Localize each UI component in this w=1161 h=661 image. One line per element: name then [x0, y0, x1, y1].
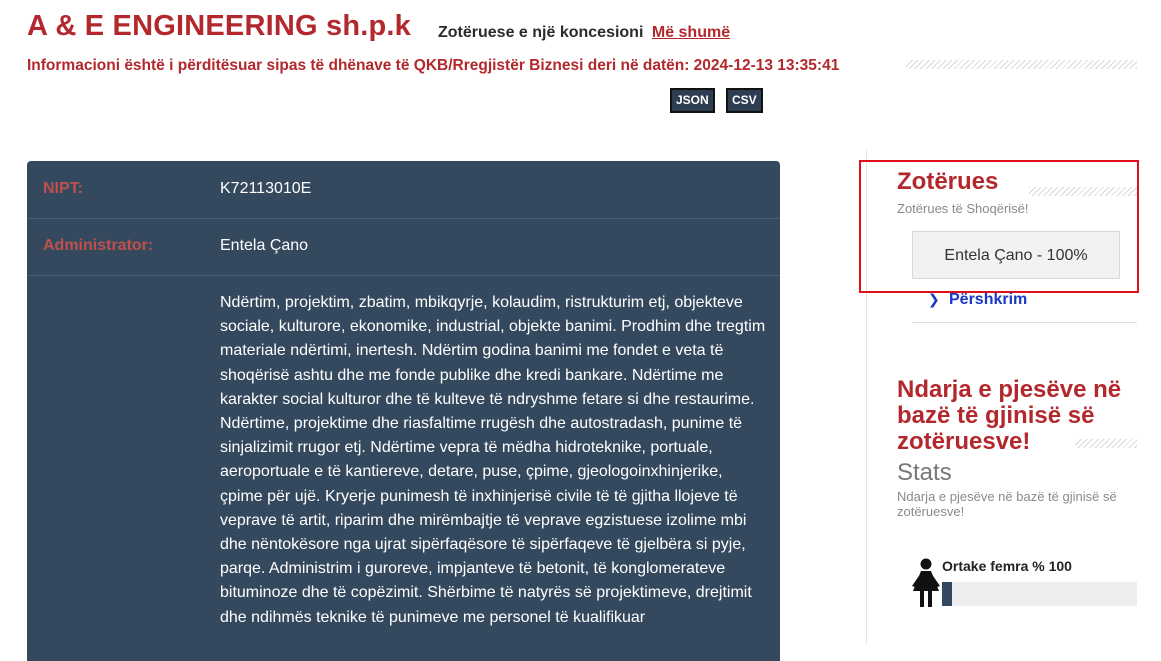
female-person-icon: [912, 558, 940, 607]
company-name: A & E ENGINEERING sh.p.k: [27, 10, 412, 42]
owners-subheading: Zotërues të Shoqërisë!: [897, 201, 1029, 216]
administrator-value: Entela Çano: [220, 237, 309, 254]
chevron-right-icon: ❯: [928, 291, 940, 307]
export-csv-button[interactable]: CSV: [726, 88, 763, 113]
more-info-link[interactable]: Më shumë: [652, 24, 730, 41]
decorative-rule: [1075, 439, 1137, 448]
concession-text: Zotëruese e një koncesioni: [438, 24, 644, 41]
concession-notice: Zotëruese e një koncesioni Më shumë: [438, 24, 730, 42]
details-panel: NIPT: K72113010E Administrator: Entela Ç…: [27, 161, 780, 661]
export-json-button[interactable]: JSON: [670, 88, 715, 113]
stats-subheading: Ndarja e pjesëve në bazë të gjinisë së z…: [897, 489, 1117, 519]
female-share-fill: [942, 582, 952, 606]
administrator-row: Administrator: Entela Çano: [27, 219, 780, 276]
female-share-label: Ortake femra % 100: [942, 558, 1072, 574]
activity-description: Ndërtim, projektim, zbatim, mbikqyrje, k…: [220, 294, 766, 626]
description-link[interactable]: ❯ Përshkrim: [912, 290, 1137, 323]
description-link-label: Përshkrim: [949, 291, 1028, 308]
decorative-rule: [906, 60, 1137, 69]
update-notice: Informacioni është i përditësuar sipas t…: [27, 57, 840, 74]
owner-item[interactable]: Entela Çano - 100%: [912, 231, 1120, 279]
nipt-label: NIPT:: [43, 180, 83, 197]
administrator-label: Administrator:: [43, 237, 154, 254]
nipt-row: NIPT: K72113010E: [27, 161, 780, 219]
female-share-bar: [942, 582, 1137, 606]
decorative-rule: [1029, 187, 1137, 196]
owners-heading: Zotërues: [897, 168, 999, 195]
stats-title: Stats: [897, 459, 952, 486]
nipt-value: K72113010E: [220, 180, 312, 197]
